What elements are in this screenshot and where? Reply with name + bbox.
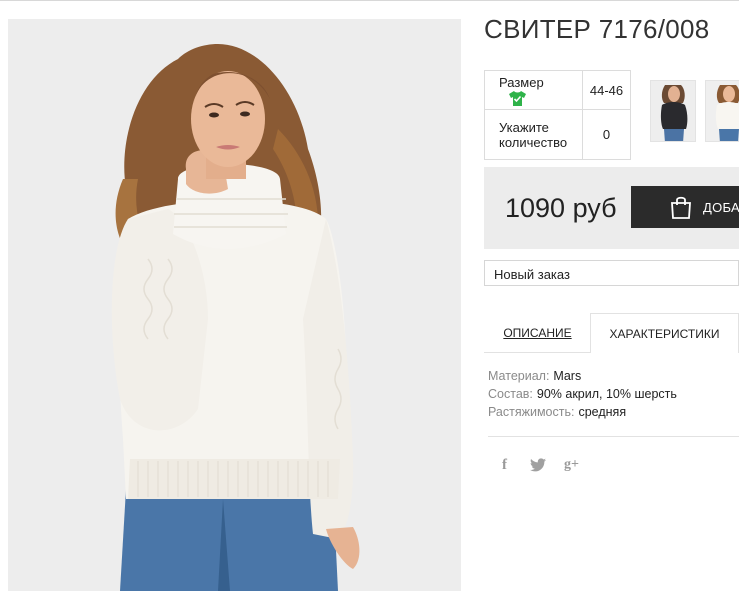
model-white-sweater-thumbnail bbox=[706, 81, 739, 141]
section-divider bbox=[488, 436, 739, 437]
thumbnail-2[interactable] bbox=[705, 80, 739, 142]
model-white-sweater-photo bbox=[8, 19, 461, 591]
spec-row-material: Материал: Mars bbox=[488, 367, 677, 385]
top-divider bbox=[0, 0, 739, 1]
tshirt-size-icon[interactable] bbox=[509, 91, 526, 107]
spec-row-stretch: Растяжимость: средняя bbox=[488, 403, 677, 421]
quantity-input[interactable]: 0 bbox=[582, 109, 631, 160]
price-panel: 1090 руб ДОБАВИТЬ В КОРЗИНУ bbox=[484, 167, 739, 249]
spec-key: Материал: bbox=[488, 369, 550, 383]
quantity-label-line1: Укажите bbox=[499, 119, 549, 135]
model-dark-sweater-thumbnail bbox=[651, 81, 695, 141]
spec-value: Mars bbox=[553, 369, 582, 383]
twitter-bird-icon bbox=[530, 458, 546, 472]
quantity-label-line2: количество bbox=[499, 134, 568, 150]
shopping-bag-icon bbox=[671, 196, 691, 219]
spec-value: 90% акрил, 10% шерсть bbox=[536, 387, 677, 401]
thumbnail-1[interactable] bbox=[650, 80, 696, 142]
size-label-cell: Размер bbox=[484, 70, 583, 110]
tab-description[interactable]: ОПИСАНИЕ bbox=[484, 313, 591, 353]
spec-key: Состав: bbox=[488, 387, 533, 401]
quantity-label-cell: Укажите количество bbox=[484, 109, 583, 160]
order-select[interactable]: Новый заказ bbox=[484, 260, 739, 286]
spec-value: средняя bbox=[578, 405, 627, 419]
spec-key: Растяжимость: bbox=[488, 405, 575, 419]
size-value[interactable]: 44-46 bbox=[582, 70, 631, 110]
tab-specifications[interactable]: ХАРАКТЕРИСТИКИ bbox=[590, 313, 739, 353]
product-title: СВИТЕР 7176/008 bbox=[484, 14, 710, 44]
product-price: 1090 руб bbox=[505, 193, 617, 223]
facebook-icon[interactable]: f bbox=[502, 455, 507, 475]
product-main-image[interactable] bbox=[8, 19, 461, 591]
product-tabs: ОПИСАНИЕ ХАРАКТЕРИСТИКИ bbox=[484, 313, 739, 353]
size-label: Размер bbox=[499, 75, 544, 90]
add-to-cart-button[interactable]: ДОБАВИТЬ В КОРЗИНУ bbox=[631, 186, 739, 228]
product-options-table: Размер 44-46 Укажите количество 0 bbox=[484, 70, 631, 160]
twitter-icon[interactable] bbox=[530, 455, 546, 475]
add-to-cart-label: ДОБАВИТЬ В КОРЗИНУ bbox=[703, 200, 739, 215]
spec-row-composition: Состав: 90% акрил, 10% шерсть bbox=[488, 385, 677, 403]
specifications-list: Материал: Mars Состав: 90% акрил, 10% шерс… bbox=[488, 367, 677, 421]
googleplus-icon[interactable]: g+ bbox=[564, 455, 579, 475]
